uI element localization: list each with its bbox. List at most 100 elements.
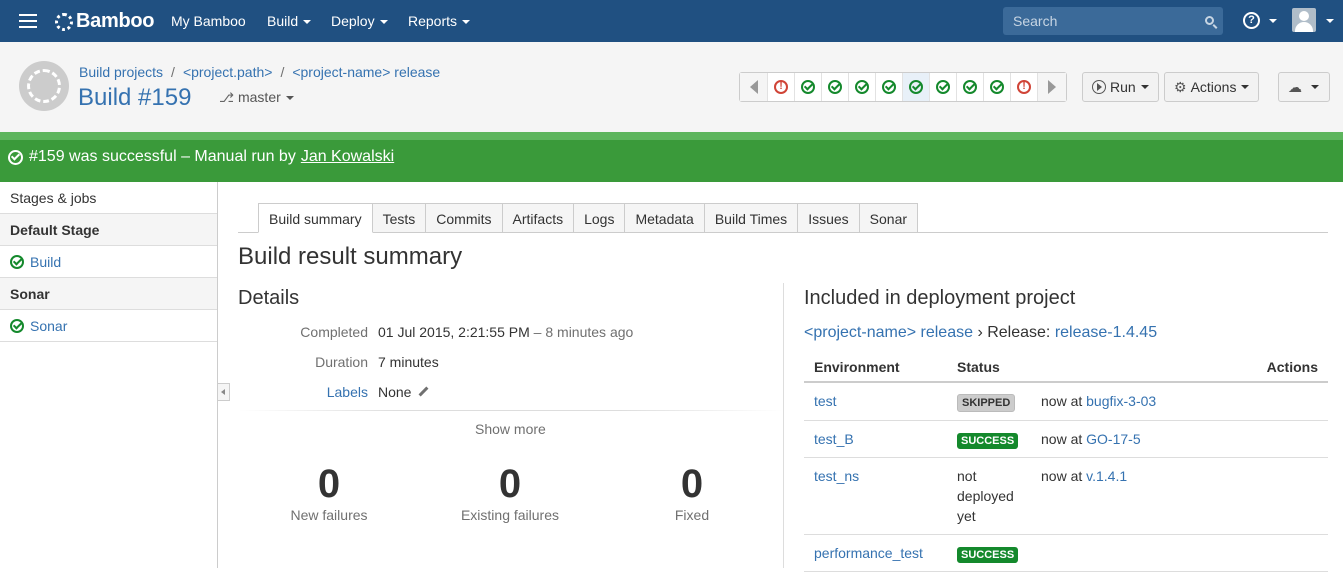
- search-placeholder: Search: [1013, 13, 1058, 29]
- breadcrumb-project-name[interactable]: <project-name> release: [292, 64, 440, 80]
- sidebar-collapse-button[interactable]: [218, 383, 230, 401]
- sidebar-item-build[interactable]: Build: [0, 246, 217, 278]
- tab-artifacts[interactable]: Artifacts: [502, 203, 575, 233]
- details-list: Completed 01 Jul 2015, 2:21:55 PM – 8 mi…: [238, 324, 768, 414]
- history-build-4[interactable]: [849, 73, 876, 101]
- tab-logs[interactable]: Logs: [574, 203, 626, 233]
- success-icon: [855, 80, 869, 94]
- version-link[interactable]: bugfix-3-03: [1086, 393, 1156, 409]
- job-link-build[interactable]: Build: [30, 254, 61, 270]
- success-icon: [801, 80, 815, 94]
- job-link-sonar[interactable]: Sonar: [30, 318, 67, 334]
- bamboo-logo[interactable]: Bamboo: [55, 10, 155, 33]
- stat-fixed: 0 Fixed: [666, 461, 718, 523]
- column-status: Status: [947, 352, 1031, 383]
- environment-link[interactable]: test_B: [814, 431, 854, 447]
- breadcrumb: Build projects / <project.path> / <project-n…: [79, 64, 441, 80]
- show-more-link[interactable]: Show more: [475, 421, 546, 437]
- run-button[interactable]: Run: [1082, 72, 1159, 102]
- summary-title: Build result summary: [238, 243, 463, 270]
- now-at-label: now at: [1041, 468, 1083, 484]
- deployment-project-link[interactable]: <project-name> release: [804, 324, 973, 341]
- history-build-1[interactable]: !: [768, 73, 795, 101]
- labels-value: None: [378, 384, 429, 400]
- chevron-down-icon: [379, 20, 388, 25]
- chevron-down-icon[interactable]: [1269, 19, 1277, 23]
- history-build-5[interactable]: [876, 73, 903, 101]
- next-build-button[interactable]: [1038, 73, 1066, 101]
- chevron-down-icon[interactable]: [1326, 19, 1334, 23]
- bamboo-logo-icon: [55, 12, 73, 31]
- deploy-cloud-button[interactable]: ☁: [1278, 72, 1330, 102]
- nav-build-label: Build: [267, 13, 299, 29]
- arrow-left-icon: [749, 80, 758, 94]
- nav-deploy[interactable]: Deploy: [331, 13, 388, 29]
- table-row: test_ns not deployed yet now at v.1.4.1: [804, 457, 1328, 535]
- history-build-7[interactable]: [930, 73, 957, 101]
- arrow-right-icon: [1048, 80, 1056, 94]
- triggered-by-user-link[interactable]: Jan Kowalski: [301, 148, 394, 166]
- pencil-icon[interactable]: [419, 386, 429, 397]
- tab-build-times[interactable]: Build Times: [704, 203, 799, 233]
- help-icon[interactable]: ?: [1243, 12, 1260, 29]
- table-row: test_B SUCCESS now at GO-17-5: [804, 420, 1328, 458]
- stat-existing-failures: 0 Existing failures: [456, 461, 564, 523]
- chevron-down-icon: [303, 20, 312, 25]
- history-build-current[interactable]: [903, 73, 930, 101]
- tab-commits[interactable]: Commits: [426, 203, 503, 233]
- divider: [238, 410, 783, 411]
- history-build-2[interactable]: [795, 73, 822, 101]
- labels-link[interactable]: Labels: [327, 384, 368, 400]
- branch-name: master: [237, 89, 281, 105]
- build-history-navigator: ! !: [739, 72, 1067, 102]
- version-link[interactable]: GO-17-5: [1086, 431, 1140, 447]
- nav-reports[interactable]: Reports: [408, 13, 471, 29]
- tab-tests[interactable]: Tests: [372, 203, 427, 233]
- history-build-10[interactable]: !: [1011, 73, 1038, 101]
- branch-selector[interactable]: ⎇ master: [219, 89, 294, 106]
- now-at-label: now at: [1041, 393, 1083, 409]
- sidebar-item-sonar[interactable]: Sonar: [0, 310, 217, 342]
- tab-metadata[interactable]: Metadata: [625, 203, 705, 233]
- user-avatar[interactable]: [1292, 8, 1316, 32]
- history-build-8[interactable]: [957, 73, 984, 101]
- environment-link[interactable]: performance_test: [814, 545, 923, 561]
- completed-value: 01 Jul 2015, 2:21:55 PM – 8 minutes ago: [378, 324, 634, 340]
- success-icon: [8, 149, 23, 165]
- column-version: [1031, 352, 1248, 383]
- success-icon: [936, 80, 950, 94]
- previous-build-button[interactable]: [740, 73, 768, 101]
- search-input[interactable]: Search: [1003, 7, 1223, 35]
- menu-icon[interactable]: [19, 14, 37, 28]
- duration-value: 7 minutes: [378, 354, 439, 370]
- environment-link[interactable]: test_ns: [814, 468, 859, 484]
- status-badge: SUCCESS: [957, 433, 1019, 449]
- stat-label: Existing failures: [460, 507, 560, 523]
- branch-icon: ⎇: [219, 90, 234, 105]
- environments-table: Environment Status Actions test SKIPPED …: [804, 352, 1328, 572]
- stat-label: New failures: [290, 507, 368, 523]
- nav-my-bamboo[interactable]: My Bamboo: [171, 13, 246, 29]
- environment-link[interactable]: test: [814, 393, 837, 409]
- details-heading: Details: [238, 287, 300, 309]
- deployment-heading: Included in deployment project: [804, 287, 1076, 309]
- history-build-3[interactable]: [822, 73, 849, 101]
- actions-button[interactable]: ⚙ Actions: [1164, 72, 1260, 102]
- build-header: Build projects / <project.path> / <project-n…: [0, 42, 1343, 132]
- breadcrumb-build-projects[interactable]: Build projects: [79, 64, 163, 80]
- result-tabs: Build summary Tests Commits Artifacts Lo…: [258, 203, 919, 233]
- tab-build-summary[interactable]: Build summary: [258, 203, 373, 233]
- actions-label: Actions: [1190, 79, 1237, 95]
- tab-sonar[interactable]: Sonar: [859, 203, 919, 233]
- column-divider: [783, 283, 784, 568]
- table-row: performance_test SUCCESS: [804, 534, 1328, 572]
- tab-issues[interactable]: Issues: [798, 203, 860, 233]
- release-prefix: › Release:: [977, 324, 1051, 341]
- release-link[interactable]: release-1.4.45: [1055, 324, 1157, 341]
- breadcrumb-project-path[interactable]: <project.path>: [183, 64, 273, 80]
- nav-deploy-label: Deploy: [331, 13, 375, 29]
- stat-value: 0: [680, 462, 704, 506]
- version-link[interactable]: v.1.4.1: [1086, 468, 1127, 484]
- history-build-9[interactable]: [984, 73, 1011, 101]
- nav-build[interactable]: Build: [267, 13, 312, 29]
